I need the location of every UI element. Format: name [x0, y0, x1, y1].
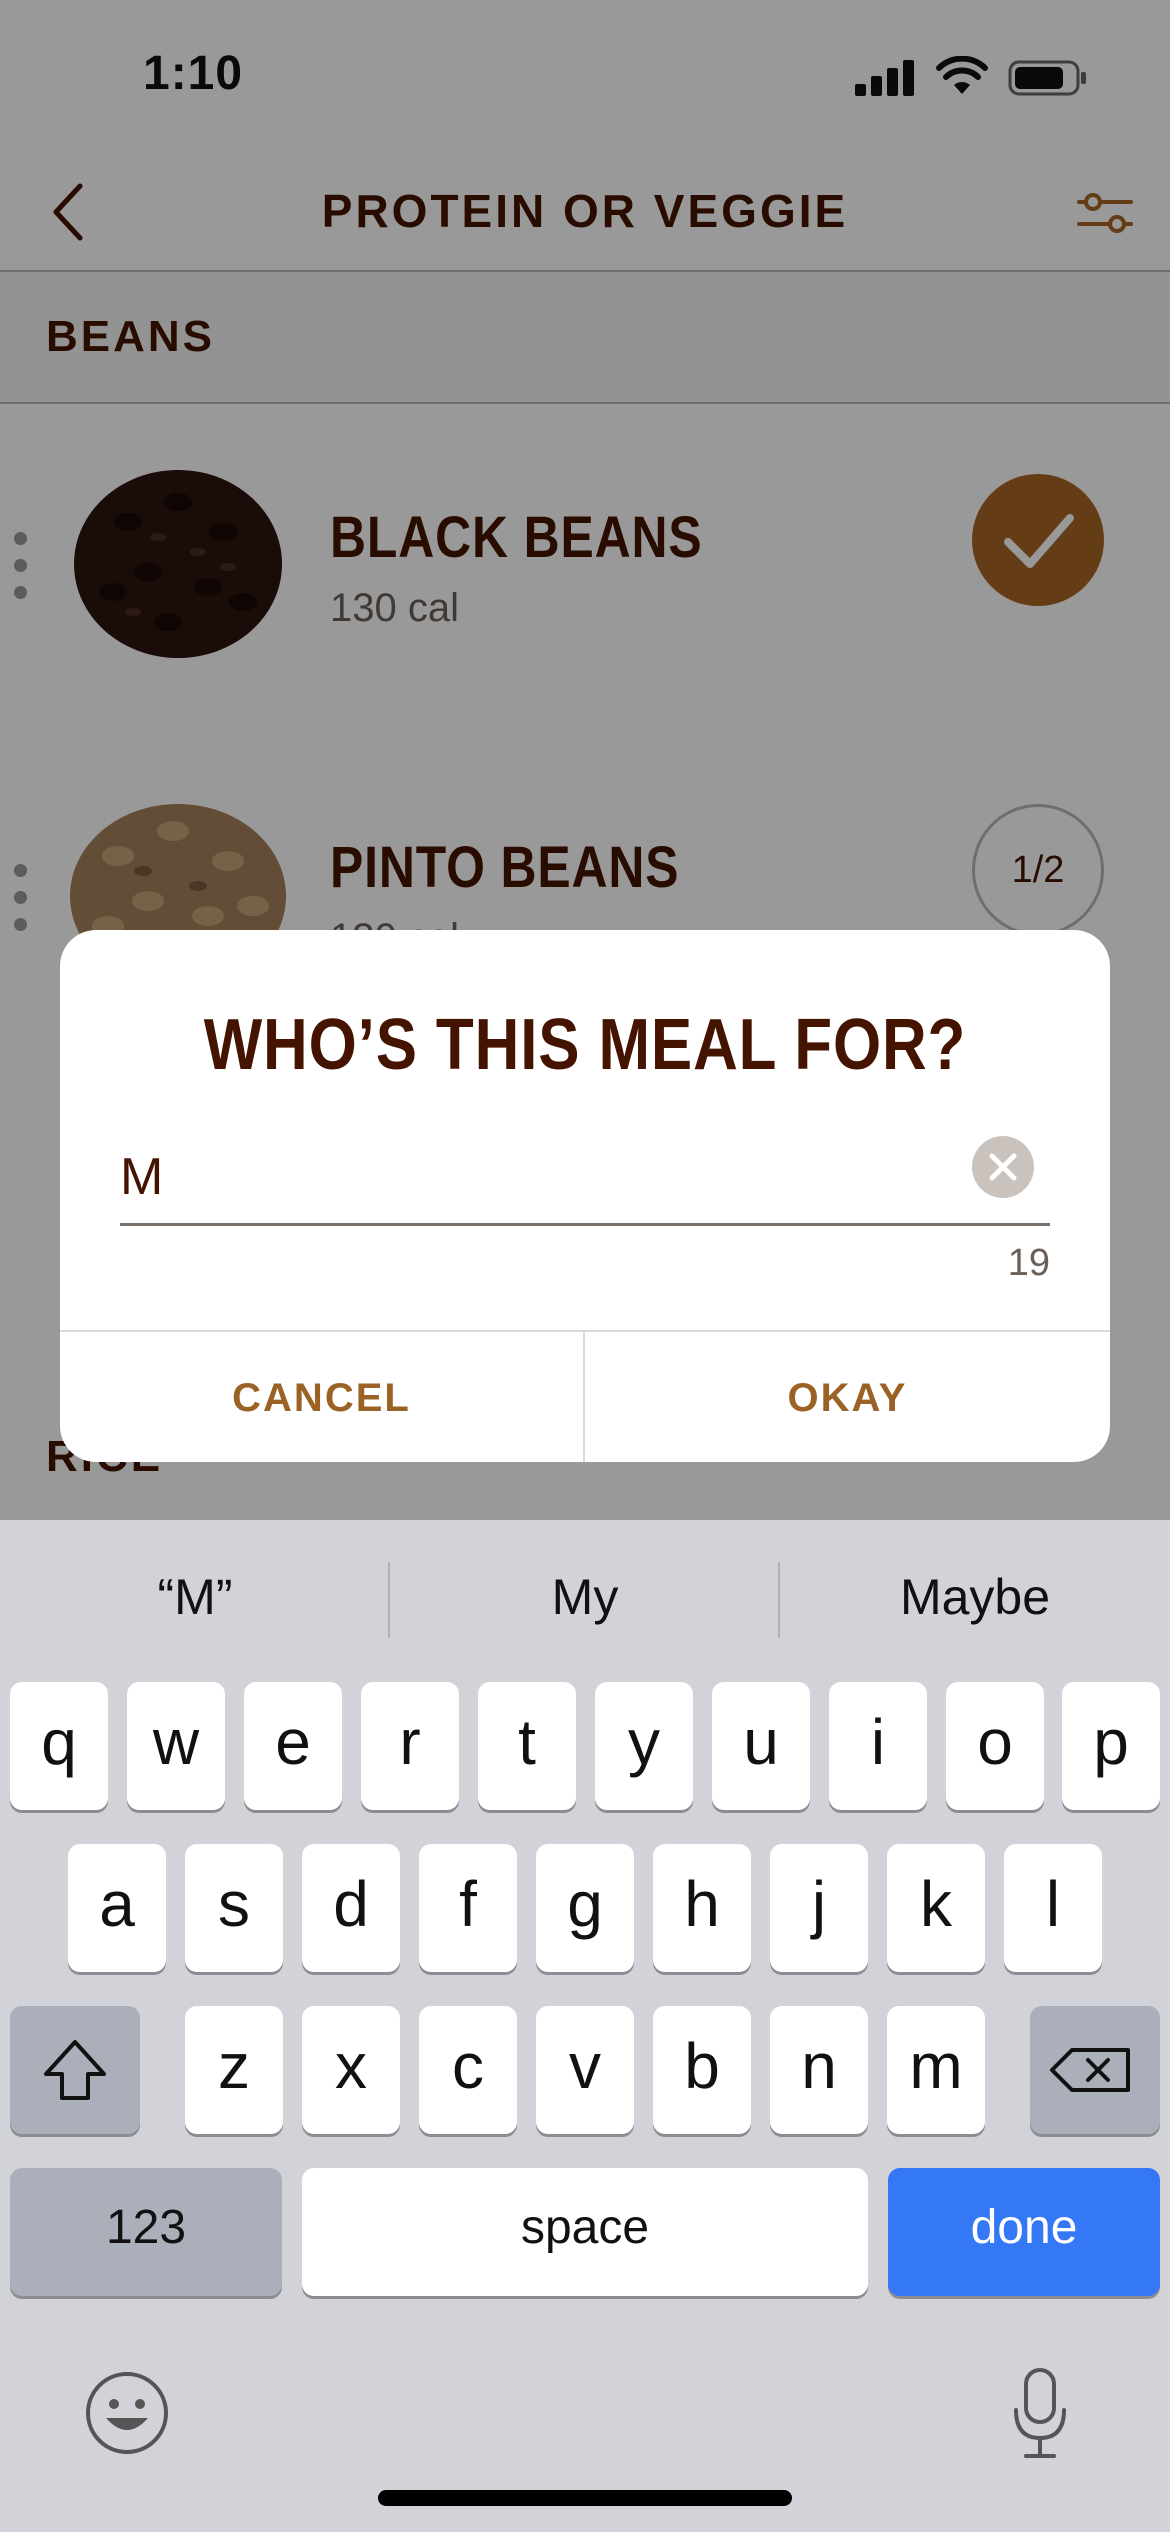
key-i[interactable]: i: [829, 1682, 927, 1810]
key-b[interactable]: b: [653, 2006, 751, 2134]
key-v[interactable]: v: [536, 2006, 634, 2134]
key-m[interactable]: m: [887, 2006, 985, 2134]
home-indicator: [378, 2490, 792, 2506]
delete-key[interactable]: [1030, 2006, 1160, 2134]
key-q[interactable]: q: [10, 1682, 108, 1810]
key-t[interactable]: t: [478, 1682, 576, 1810]
app-screen: 1:10 PROTEIN OR VEGGIE BEANS BLACK BEANS…: [0, 0, 1170, 1520]
shift-key[interactable]: [10, 2006, 140, 2134]
key-n[interactable]: n: [770, 2006, 868, 2134]
key-l[interactable]: l: [1004, 1844, 1102, 1972]
okay-button[interactable]: OKAY: [585, 1332, 1110, 1462]
dialog-actions: CANCEL OKAY: [60, 1330, 1110, 1462]
key-k[interactable]: k: [887, 1844, 985, 1972]
dialog-title: WHO’S THIS MEAL FOR?: [203, 1005, 967, 1085]
character-count: 19: [1007, 1242, 1050, 1284]
key-p[interactable]: p: [1062, 1682, 1160, 1810]
backspace-icon: [1050, 2048, 1130, 2092]
key-u[interactable]: u: [712, 1682, 810, 1810]
numbers-key[interactable]: 123: [10, 2168, 282, 2296]
cancel-button[interactable]: CANCEL: [60, 1332, 585, 1462]
microphone-icon[interactable]: [1008, 2366, 1072, 2462]
shift-arrow-icon: [44, 2040, 106, 2100]
key-g[interactable]: g: [536, 1844, 634, 1972]
emoji-icon[interactable]: [84, 2370, 170, 2456]
key-d[interactable]: d: [302, 1844, 400, 1972]
key-y[interactable]: y: [595, 1682, 693, 1810]
key-h[interactable]: h: [653, 1844, 751, 1972]
key-f[interactable]: f: [419, 1844, 517, 1972]
key-a[interactable]: a: [68, 1844, 166, 1972]
clear-x-icon: [989, 1153, 1017, 1181]
key-j[interactable]: j: [770, 1844, 868, 1972]
meal-name-dialog: WHO’S THIS MEAL FOR? 19 CANCEL OKAY: [60, 930, 1110, 1462]
done-key[interactable]: done: [888, 2168, 1160, 2296]
key-r[interactable]: r: [361, 1682, 459, 1810]
space-key[interactable]: space: [302, 2168, 868, 2296]
meal-name-input[interactable]: [120, 1130, 1050, 1226]
keyboard: “M” My Maybe q w e r t y u i o p a s d f…: [0, 1520, 1170, 2532]
suggestion-item[interactable]: Maybe: [780, 1568, 1170, 1626]
key-w[interactable]: w: [127, 1682, 225, 1810]
key-o[interactable]: o: [946, 1682, 1044, 1810]
key-z[interactable]: z: [185, 2006, 283, 2134]
suggestion-bar: “M” My Maybe: [0, 1520, 1170, 1680]
key-c[interactable]: c: [419, 2006, 517, 2134]
clear-input-button[interactable]: [972, 1136, 1034, 1198]
suggestion-item[interactable]: My: [390, 1568, 780, 1626]
key-e[interactable]: e: [244, 1682, 342, 1810]
suggestion-item[interactable]: “M”: [0, 1568, 390, 1626]
key-x[interactable]: x: [302, 2006, 400, 2134]
key-s[interactable]: s: [185, 1844, 283, 1972]
